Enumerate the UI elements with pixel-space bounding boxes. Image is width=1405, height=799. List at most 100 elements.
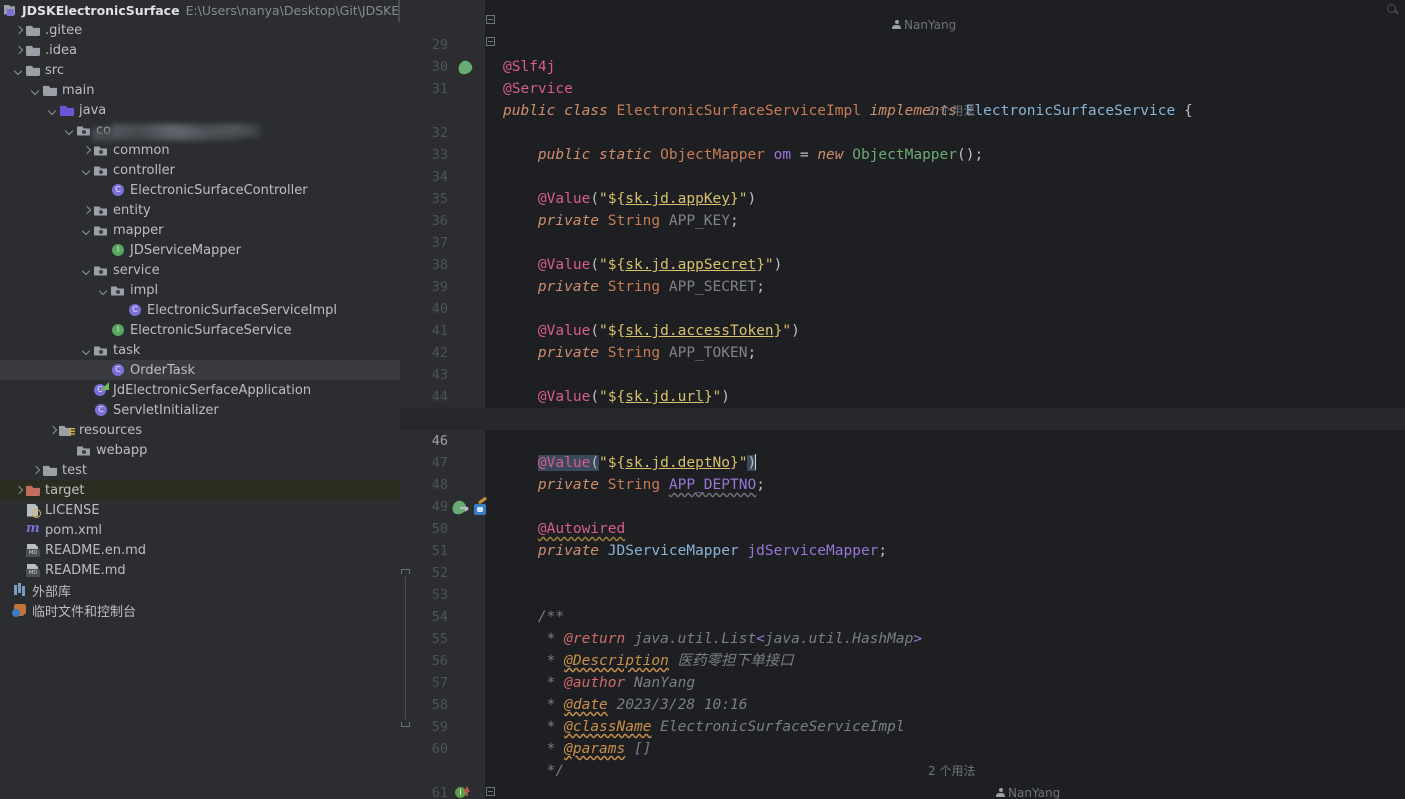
- code-line-48[interactable]: 48: [400, 452, 1405, 493]
- chevron-down-icon[interactable]: [81, 344, 93, 356]
- chevron-right-icon[interactable]: [13, 44, 25, 56]
- code-line-37[interactable]: 37 @Value("${sk.jd.appSecret}"): [400, 210, 1405, 273]
- code-line-41[interactable]: 41 private String APP_TOKEN;: [400, 298, 1405, 361]
- tree-item-临时文件和控制台[interactable]: 临时文件和控制台: [0, 600, 400, 620]
- chevron-down-icon[interactable]: [64, 124, 76, 136]
- chevron-down-icon[interactable]: [47, 104, 59, 116]
- code-line-30[interactable]: 30 @Service: [400, 34, 1405, 97]
- code-line-46-current[interactable]: 46 @Value("${sk.jd.deptNo}"): [400, 408, 1405, 471]
- tree-item-electronicsurfaceservice[interactable]: ElectronicSurfaceService: [0, 320, 400, 340]
- tree-item-pom-xml[interactable]: pom.xml: [0, 520, 400, 540]
- chevron-right-icon[interactable]: [13, 484, 25, 496]
- code-editor[interactable]: I NanYang 29 @Slf4j 30 @Service 31 publi…: [400, 0, 1405, 799]
- tree-no-toggle: [81, 404, 93, 416]
- code-line-49[interactable]: 49 @Autowired: [400, 474, 1405, 537]
- tree-item-readme-en-md[interactable]: README.en.md: [0, 540, 400, 560]
- chevron-down-icon[interactable]: [81, 164, 93, 176]
- code-line-33[interactable]: 33: [400, 122, 1405, 163]
- tree-no-toggle: [13, 504, 25, 516]
- chevron-down-icon[interactable]: [98, 284, 110, 296]
- code-line-45[interactable]: 45: [400, 386, 1405, 427]
- tree-item-service[interactable]: service: [0, 260, 400, 280]
- code-line-51[interactable]: 51: [400, 518, 1405, 559]
- tree-item-jdelectronicserfaceapplication[interactable]: JdElectronicSerfaceApplication: [0, 380, 400, 400]
- tree-item-servletinitializer[interactable]: ServletInitializer: [0, 400, 400, 420]
- tree-item-外部库[interactable]: 外部库: [0, 580, 400, 600]
- tree-item-electronicsurfaceserviceimpl[interactable]: ElectronicSurfaceServiceImpl: [0, 300, 400, 320]
- tree-item-test[interactable]: test: [0, 460, 400, 480]
- code-line-55[interactable]: 55 * @Description 医药零担下单接口: [400, 606, 1405, 669]
- tree-item-src[interactable]: src: [0, 60, 400, 80]
- tree-item-jdservicemapper[interactable]: JDServiceMapper: [0, 240, 400, 260]
- code-line-36[interactable]: 36: [400, 188, 1405, 229]
- code-line-57[interactable]: 57 * @date 2023/3/28 10:16: [400, 650, 1405, 713]
- code-line-61[interactable]: 61 @Override: [400, 760, 1405, 799]
- code-line-53[interactable]: 53 /**: [400, 562, 1405, 625]
- tree-item--gitee[interactable]: .gitee: [0, 20, 400, 40]
- tree-item-label: ElectronicSurfaceServiceImpl: [147, 302, 338, 318]
- tree-item-electronicsurfacecontroller[interactable]: ElectronicSurfaceController: [0, 180, 400, 200]
- code-line-34[interactable]: 34 @Value("${sk.jd.appKey}"): [400, 144, 1405, 207]
- code-line-39[interactable]: 39: [400, 254, 1405, 295]
- code-line-52[interactable]: 52: [400, 540, 1405, 581]
- tree-item-label: ElectronicSurfaceService: [130, 322, 292, 338]
- code-line-43[interactable]: 43 @Value("${sk.jd.url}"): [400, 342, 1405, 405]
- project-tree[interactable]: .gitee .idea src main java co common controller…: [0, 20, 400, 620]
- tree-item-license[interactable]: LICENSE: [0, 500, 400, 520]
- code-line-47[interactable]: 47 private String APP_DEPTNO;: [400, 430, 1405, 493]
- source-folder-icon: [59, 102, 75, 118]
- chevron-right-icon[interactable]: [81, 204, 93, 216]
- code-line-42[interactable]: 42: [400, 320, 1405, 361]
- tree-item-readme-md[interactable]: README.md: [0, 560, 400, 580]
- tree-item-task[interactable]: task: [0, 340, 400, 360]
- package-icon: [93, 342, 109, 358]
- chevron-down-icon[interactable]: [81, 224, 93, 236]
- code-line-56[interactable]: 56 * @author NanYang: [400, 628, 1405, 691]
- tree-item-webapp[interactable]: webapp: [0, 440, 400, 460]
- tree-item-resources[interactable]: resources: [0, 420, 400, 440]
- folder-icon: [25, 62, 41, 78]
- package-icon: [93, 202, 109, 218]
- code-line-60[interactable]: 60 */: [400, 716, 1405, 779]
- tree-item-label: mapper: [113, 222, 164, 238]
- external-libraries-icon: [12, 582, 28, 598]
- tree-item--idea[interactable]: .idea: [0, 40, 400, 60]
- code-line-32[interactable]: 32 public static ObjectMapper om = new O…: [400, 100, 1405, 163]
- tree-item-common[interactable]: common: [0, 140, 400, 160]
- chevron-right-icon[interactable]: [47, 424, 59, 436]
- code-lines[interactable]: NanYang 29 @Slf4j 30 @Service 31 public …: [400, 0, 1405, 799]
- tree-item-main[interactable]: main: [0, 80, 400, 100]
- tree-item-mapper[interactable]: mapper: [0, 220, 400, 240]
- project-tool-window[interactable]: JDSKElectronicSurface E:\Users\nanya\Des…: [0, 0, 400, 799]
- code-line-54[interactable]: 54 * @return java.util.List<java.util.Ha…: [400, 584, 1405, 647]
- chevron-down-icon[interactable]: [81, 264, 93, 276]
- code-line-35[interactable]: 35 private String APP_KEY;: [400, 166, 1405, 229]
- chevron-down-icon[interactable]: [30, 84, 42, 96]
- code-line-40[interactable]: 40 @Value("${sk.jd.accessToken}"): [400, 276, 1405, 339]
- tree-item-java[interactable]: java: [0, 100, 400, 120]
- code-line-50[interactable]: 50 private JDServiceMapper jdServiceMapp…: [400, 496, 1405, 559]
- code-line-62[interactable]: 62 public List<Map> createWbOrder() {: [400, 782, 1405, 799]
- code-line-38[interactable]: 38 private String APP_SECRET;: [400, 232, 1405, 295]
- tree-item-co[interactable]: co: [0, 120, 400, 140]
- chevron-down-icon[interactable]: [13, 64, 25, 76]
- tree-item-ordertask[interactable]: OrderTask: [0, 360, 400, 380]
- chevron-right-icon[interactable]: [30, 464, 42, 476]
- chevron-right-icon[interactable]: [81, 144, 93, 156]
- code-line-29[interactable]: 29 @Slf4j: [400, 12, 1405, 75]
- tree-item-impl[interactable]: impl: [0, 280, 400, 300]
- class-icon: [110, 182, 126, 198]
- tree-item-label: main: [62, 82, 95, 98]
- chevron-right-icon[interactable]: [13, 24, 25, 36]
- tree-item-label: 外部库: [32, 584, 72, 600]
- tree-item-entity[interactable]: entity: [0, 200, 400, 220]
- tree-no-toggle: [98, 184, 110, 196]
- project-root-row[interactable]: JDSKElectronicSurface E:\Users\nanya\Des…: [0, 0, 400, 22]
- tree-item-controller[interactable]: controller: [0, 160, 400, 180]
- tree-item-target[interactable]: target: [0, 480, 400, 500]
- code-line-44[interactable]: 44 private String APP_URL;: [400, 364, 1405, 427]
- code-line-31[interactable]: 31 public class ElectronicSurfaceService…: [400, 56, 1405, 119]
- code-line-59[interactable]: 59 * @params []: [400, 694, 1405, 757]
- code-line-58[interactable]: 58 * @className ElectronicSurfaceService…: [400, 672, 1405, 735]
- interface-icon: [110, 322, 126, 338]
